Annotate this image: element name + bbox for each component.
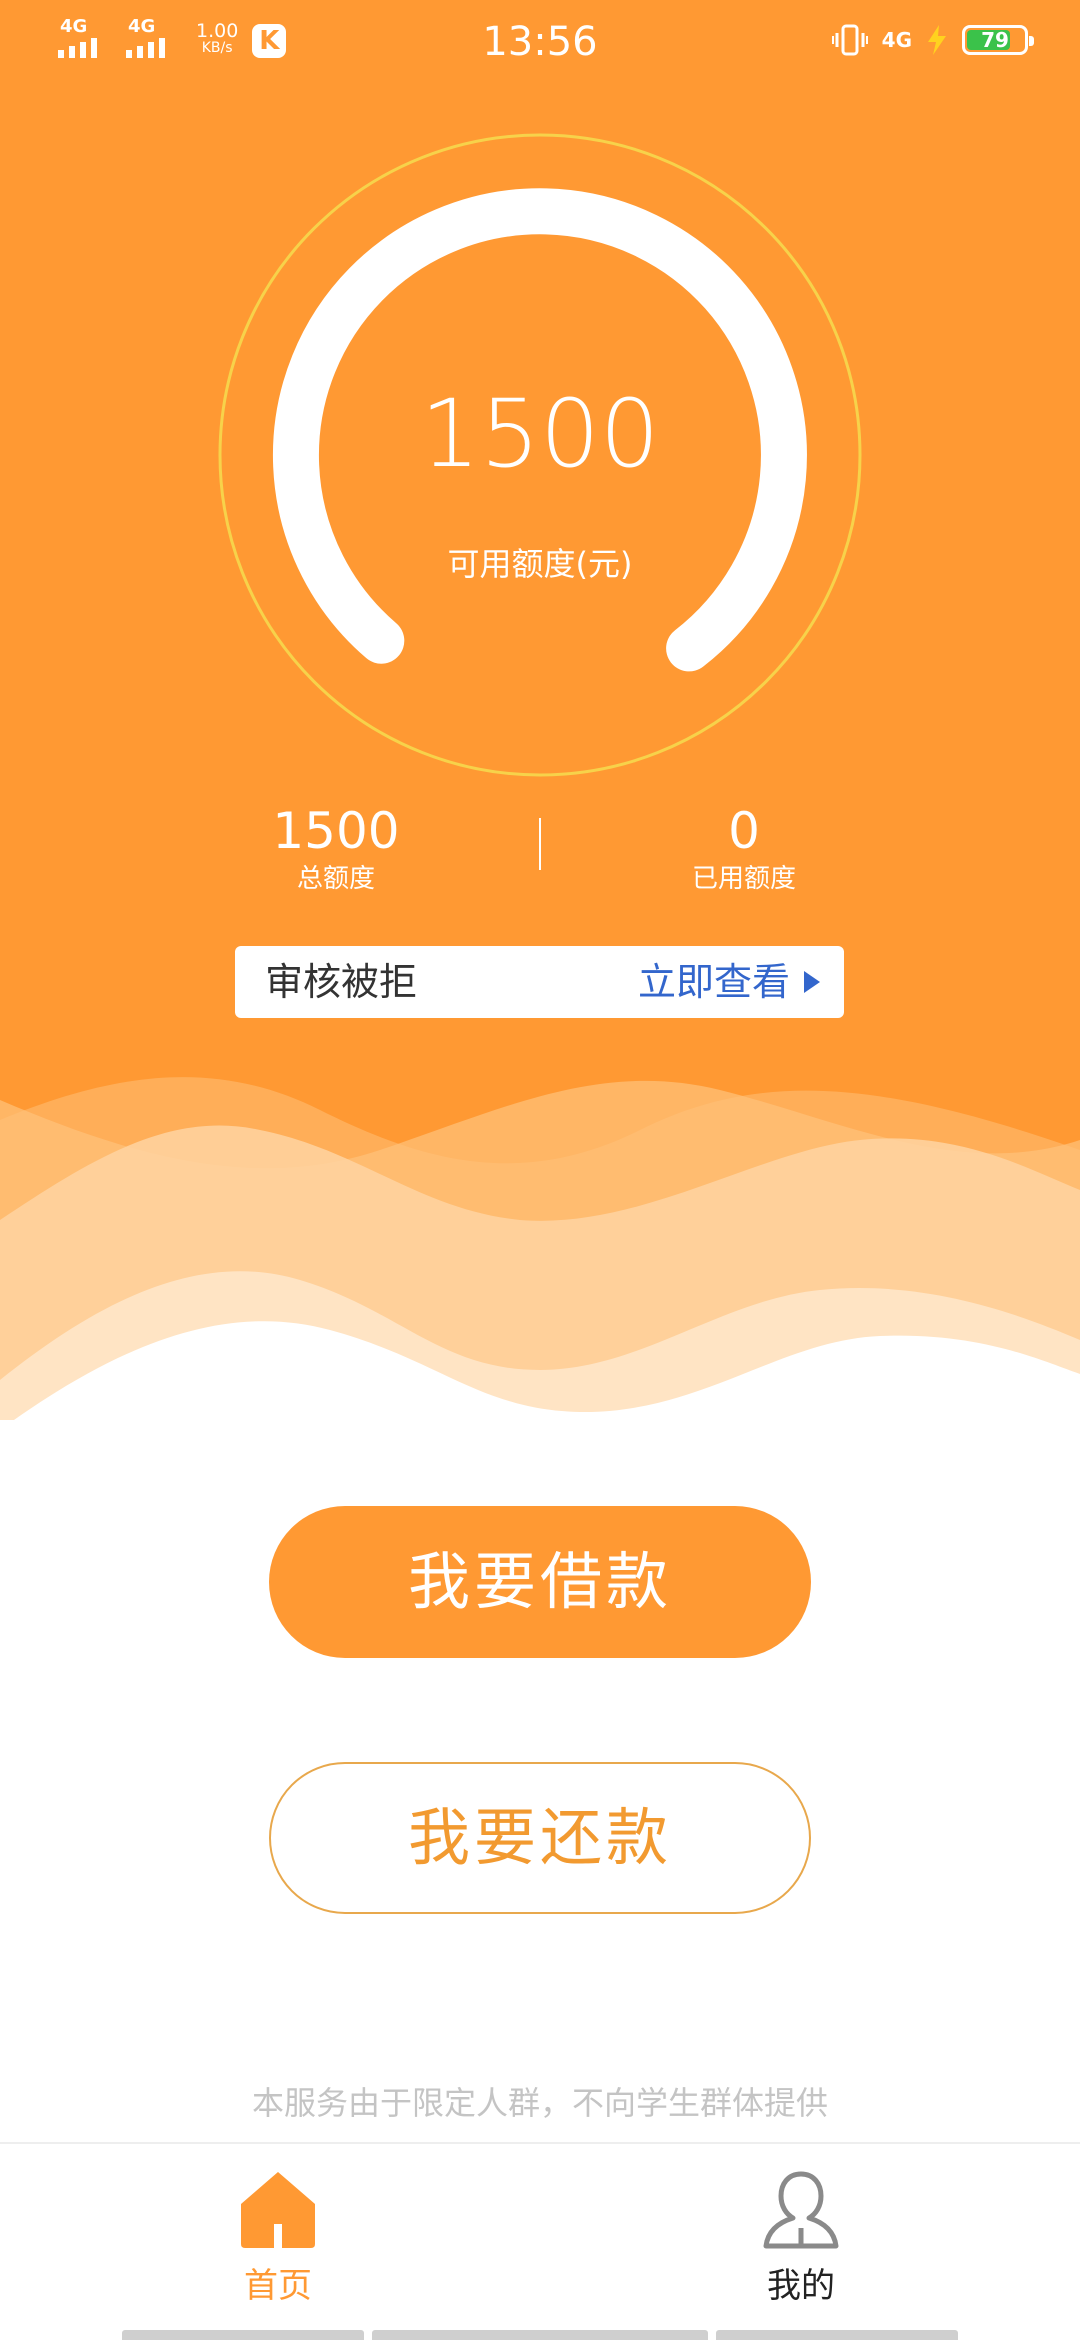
used-credit: 0 已用额度: [564, 800, 924, 896]
used-credit-value: 0: [728, 802, 760, 860]
user-icon: [763, 2171, 839, 2249]
home-icon: [241, 2172, 315, 2248]
borrow-button[interactable]: 我要借款: [269, 1506, 811, 1658]
available-label: 可用额度(元): [447, 545, 633, 583]
review-status-banner: 审核被拒 立即查看: [235, 946, 844, 1018]
tab-mine-label: 我的: [767, 2266, 835, 2306]
total-credit: 1500 总额度: [156, 800, 516, 896]
used-credit-label: 已用额度: [691, 864, 796, 894]
tab-home-label: 首页: [244, 2266, 312, 2306]
repay-button[interactable]: 我要还款: [269, 1762, 811, 1914]
header: 4G 4G 1.00 KB/s K 13:56 4G 79 1500 可用额度(…: [0, 0, 1080, 1420]
tab-mine[interactable]: 我的: [701, 2168, 901, 2308]
view-now-label: 立即查看: [637, 960, 790, 1004]
view-now-link[interactable]: 立即查看: [638, 946, 820, 1018]
nav-gesture-segment: [716, 2330, 958, 2340]
total-credit-label: 总额度: [296, 864, 375, 894]
stat-divider: [539, 818, 541, 870]
nav-gesture-segment: [372, 2330, 708, 2340]
bottom-tab-bar: 首页 我的: [0, 2142, 1080, 2342]
wave-decoration: [0, 1077, 1080, 1420]
play-arrow-icon: [804, 971, 820, 993]
service-disclaimer: 本服务由于限定人群，不向学生群体提供: [251, 2084, 828, 2122]
nav-gesture-segment: [122, 2330, 364, 2340]
review-status-text: 审核被拒: [265, 960, 418, 1004]
tab-home[interactable]: 首页: [178, 2168, 378, 2308]
total-credit-value: 1500: [272, 802, 400, 860]
available-amount: 1500: [420, 380, 660, 489]
